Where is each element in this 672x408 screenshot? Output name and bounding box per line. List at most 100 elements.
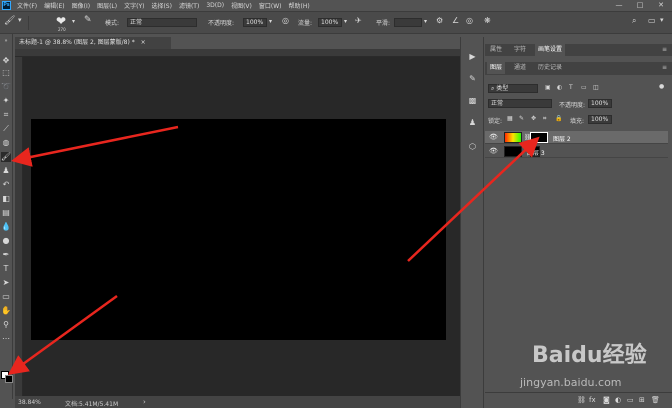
filter-adjustment-icon[interactable]: ◐ [557, 84, 562, 91]
filter-type-icon[interactable]: T [569, 84, 573, 91]
blur-icon[interactable]: 💧 [1, 222, 11, 232]
link-layers-icon[interactable]: ⛓ [577, 396, 586, 404]
zoom-icon[interactable]: ⚲ [1, 320, 11, 330]
chevron-down-icon[interactable]: ▾ [269, 18, 272, 25]
tab-layers[interactable]: 图层 [487, 62, 506, 74]
marquee-icon[interactable]: ⬚ [1, 68, 11, 78]
more-tools-icon[interactable]: ⋯ [1, 334, 11, 344]
brush-icon[interactable]: 🖌 [1, 152, 11, 162]
workspace-icon[interactable]: ▭ [648, 16, 656, 25]
visibility-eye-icon[interactable]: 👁 [489, 133, 498, 141]
brush-panel-icon[interactable]: ✎ [467, 73, 478, 84]
flow-input[interactable]: 100% [318, 18, 342, 27]
tool-presets-icon[interactable]: ▩ [467, 95, 478, 106]
mode-select[interactable]: 正常 [127, 18, 197, 27]
menu-view[interactable]: 视图(V) [231, 1, 252, 10]
lock-artboard-icon[interactable]: ⌗ [543, 115, 546, 123]
brush-settings-toggle-icon[interactable]: ✎ [84, 15, 92, 25]
pressure-size-icon[interactable]: ◎ [466, 16, 473, 25]
shape-icon[interactable]: ▭ [1, 292, 11, 302]
new-layer-icon[interactable]: ⊞ [639, 396, 645, 404]
smoothing-input[interactable] [394, 18, 422, 27]
hand-icon[interactable]: ✋ [1, 306, 11, 316]
filter-toggle-icon[interactable]: ● [659, 83, 664, 90]
menu-select[interactable]: 选择(S) [151, 1, 172, 10]
lock-pixels-icon[interactable]: ✎ [519, 115, 524, 122]
chevron-down-icon[interactable]: ▾ [424, 18, 427, 25]
gradient-icon[interactable]: ▤ [1, 208, 11, 218]
pressure-opacity-icon[interactable]: ◎ [282, 16, 289, 25]
stamp-panel-icon[interactable]: ♟ [467, 117, 478, 128]
blend-mode-select[interactable]: 正常 [488, 99, 552, 108]
menu-help[interactable]: 帮助(H) [289, 1, 310, 10]
menu-filter[interactable]: 滤镜(T) [179, 1, 199, 10]
document-canvas[interactable] [31, 119, 446, 340]
lock-all-icon[interactable]: 🔒 [555, 115, 562, 122]
filter-smart-object-icon[interactable]: ◫ [593, 84, 599, 91]
layer-mask-thumbnail[interactable] [530, 132, 548, 143]
panel-collapse-icon[interactable]: » [1, 36, 11, 46]
type-icon[interactable]: T [1, 264, 11, 274]
maximize-button[interactable]: □ [630, 0, 650, 11]
lasso-icon[interactable]: ➰ [1, 82, 11, 92]
brush-tool-preset-icon[interactable]: 🖌 [4, 16, 15, 26]
chevron-down-icon[interactable]: ▾ [660, 16, 664, 24]
tab-brush-settings[interactable]: 画笔设置 [535, 44, 566, 56]
horizontal-ruler[interactable] [15, 49, 460, 57]
layer-filter-select[interactable]: ⌕ 类型 [488, 84, 538, 93]
tab-character[interactable]: 字符 [511, 44, 529, 56]
delete-layer-icon[interactable]: 🗑 [651, 396, 660, 404]
menu-type[interactable]: 文字(Y) [124, 1, 144, 10]
search-icon[interactable]: ⌕ [632, 16, 636, 26]
chevron-down-icon[interactable]: ▾ [344, 18, 347, 25]
layer-row[interactable]: 👁 ⛓ 图层 2 [485, 131, 668, 144]
stamp-icon[interactable]: ♟ [1, 166, 11, 176]
history-brush-icon[interactable]: ↶ [1, 180, 11, 190]
play-icon[interactable]: ▶ [467, 51, 478, 62]
brush-tip-icon[interactable]: ❤ [56, 14, 66, 28]
close-button[interactable]: ✕ [651, 0, 671, 11]
panel-menu-icon[interactable]: ≡ [659, 62, 670, 74]
crop-icon[interactable]: ⌗ [1, 110, 11, 120]
fill-input[interactable]: 100% [588, 115, 612, 124]
opacity-input[interactable]: 100% [243, 18, 267, 27]
filter-pixel-icon[interactable]: ▣ [545, 84, 551, 91]
layer-style-icon[interactable]: fx [589, 396, 596, 404]
lock-transparent-icon[interactable]: ▦ [507, 115, 513, 122]
3d-cube-icon[interactable]: ⬡ [467, 141, 478, 152]
layer-opacity-input[interactable]: 100% [588, 99, 612, 108]
layer-name[interactable]: 图层 2 [553, 134, 571, 143]
filter-shape-icon[interactable]: ▭ [581, 84, 587, 91]
new-group-icon[interactable]: ▭ [627, 396, 634, 404]
dodge-icon[interactable]: ● [1, 236, 11, 246]
vertical-ruler[interactable] [15, 57, 23, 396]
magic-wand-icon[interactable]: ✦ [1, 96, 11, 106]
document-tab-close-icon[interactable]: × [141, 39, 146, 46]
panel-menu-icon[interactable]: ≡ [659, 44, 670, 56]
healing-icon[interactable]: ◍ [1, 138, 11, 148]
menu-image[interactable]: 图像(I) [72, 1, 90, 10]
document-tab[interactable]: 未标题-1 @ 38.8% (图层 2, 图层蒙版/8) * × [15, 37, 171, 49]
pen-icon[interactable]: ✒ [1, 250, 11, 260]
menu-3d[interactable]: 3D(D) [206, 2, 224, 9]
zoom-level[interactable]: 38.84% [18, 399, 41, 406]
menu-layer[interactable]: 图层(L) [97, 1, 117, 10]
status-chevron-icon[interactable]: › [143, 398, 146, 406]
menu-file[interactable]: 文件(F) [17, 1, 37, 10]
minimize-button[interactable]: — [609, 0, 629, 11]
add-mask-icon[interactable]: ◙ [603, 396, 610, 404]
eyedropper-icon[interactable]: ⟋ [1, 124, 11, 134]
chevron-down-icon[interactable]: ▾ [72, 18, 75, 25]
tab-history[interactable]: 历史记录 [535, 62, 565, 74]
angle-icon[interactable]: ∠ [452, 16, 459, 25]
symmetry-icon[interactable]: ❋ [484, 16, 491, 25]
tab-channels[interactable]: 通道 [511, 62, 529, 74]
chevron-down-icon[interactable]: ▾ [18, 16, 22, 24]
menu-window[interactable]: 窗口(W) [259, 1, 282, 10]
menu-edit[interactable]: 编辑(E) [44, 1, 64, 10]
path-select-icon[interactable]: ➤ [1, 278, 11, 288]
smoothing-options-icon[interactable]: ⚙ [436, 16, 443, 25]
lock-position-icon[interactable]: ✥ [531, 115, 536, 122]
layer-name[interactable]: 图层 3 [527, 148, 545, 157]
tab-properties[interactable]: 属性 [487, 44, 505, 56]
